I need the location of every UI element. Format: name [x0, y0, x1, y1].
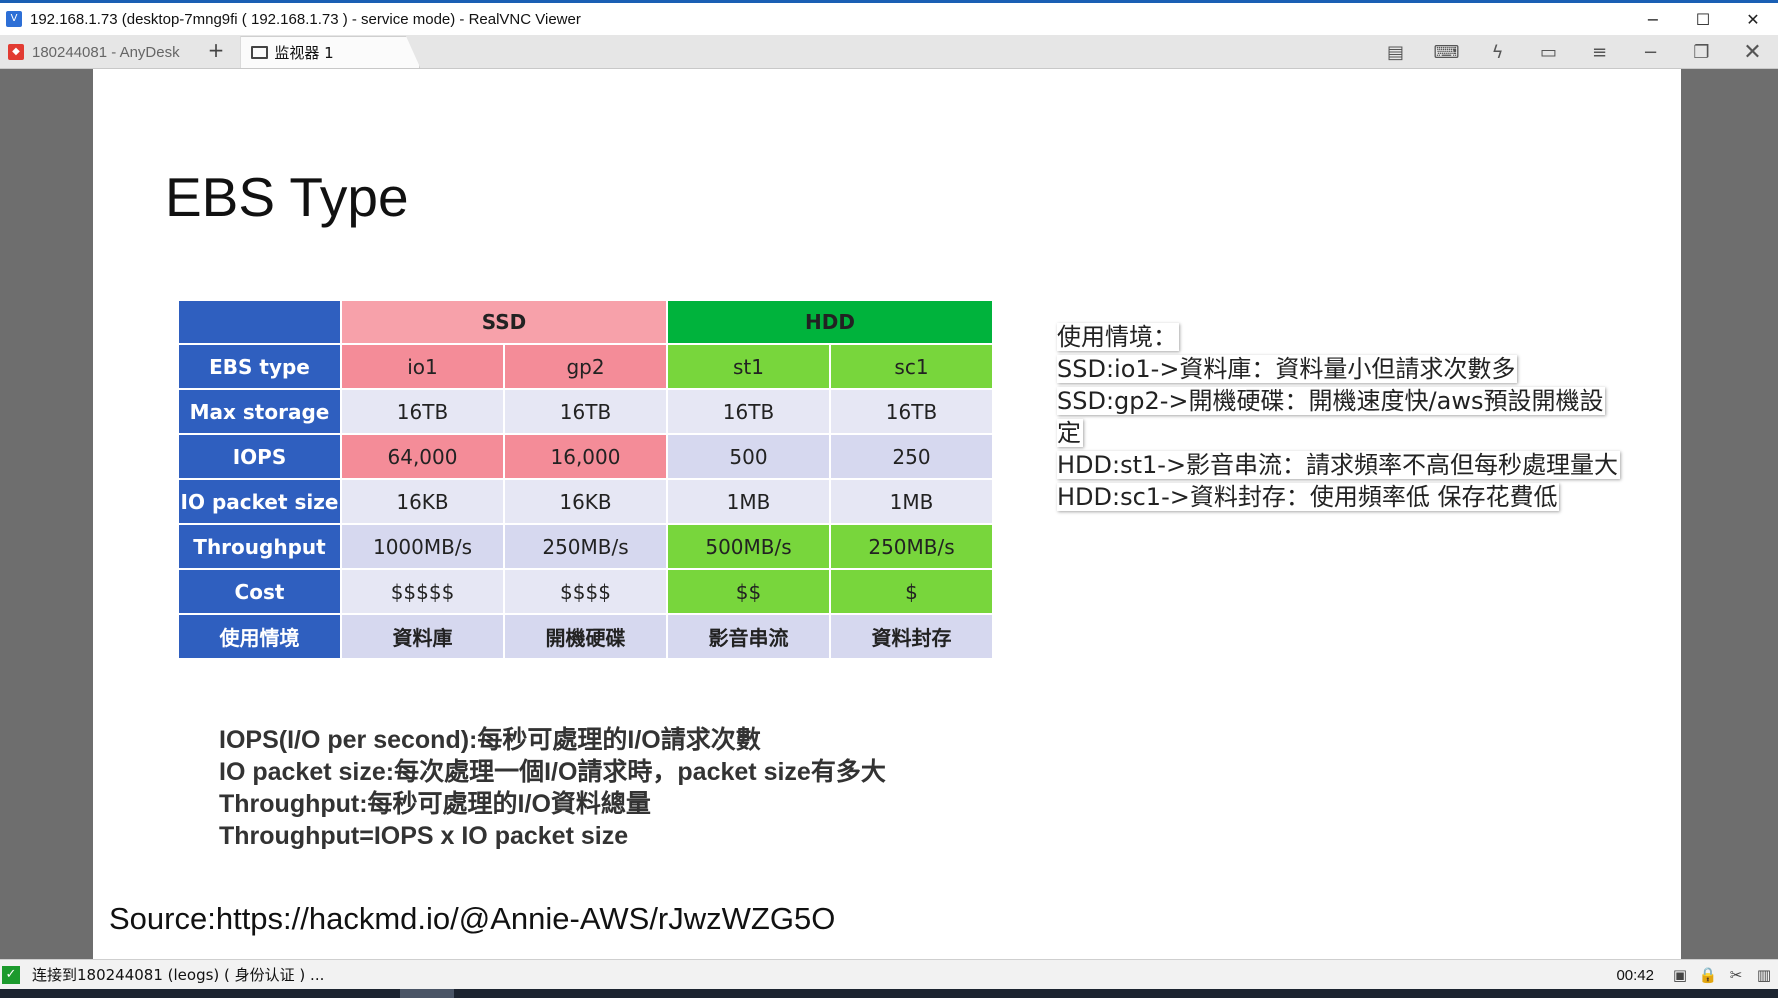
tab-monitor-1[interactable]: 监视器 1 — [240, 36, 421, 68]
table-cell: 16TB — [503, 388, 668, 435]
vnc-title-bar: V 192.168.1.73 (desktop-7mng9fi ( 192.16… — [0, 0, 1778, 35]
row-header: Cost — [177, 568, 342, 615]
close-window-button[interactable]: ✕ — [1728, 3, 1778, 35]
chat-icon[interactable]: ▤ — [1370, 35, 1421, 69]
monitor-icon — [251, 46, 269, 59]
table-cell: st1 — [666, 343, 831, 390]
usage-line: SSD:io1->資料庫：資料量小但請求次數多 — [1057, 355, 1518, 383]
ebs-type-table: SSD HDD EBS type io1 gp2 st1 sc1 Max sto… — [177, 299, 994, 660]
table-cell: 250MB/s — [829, 523, 994, 570]
display-icon[interactable]: ▭ — [1523, 35, 1574, 69]
definition-line: Throughput:每秒可處理的I/O資料總量 — [219, 790, 651, 818]
tab-monitor-label: 监视器 1 — [274, 44, 334, 62]
table-cell: 16TB — [340, 388, 505, 435]
session-timer: 00:42 — [1616, 966, 1654, 984]
anydesk-minimize-button[interactable]: − — [1625, 35, 1676, 69]
remote-screen[interactable]: EBS Type SSD HDD EBS type io1 gp2 st1 sc… — [0, 69, 1778, 959]
table-row: IOPS 64,000 16,000 500 250 — [177, 433, 994, 480]
maximize-button[interactable]: ☐ — [1678, 3, 1728, 35]
disconnect-icon[interactable]: ✂ — [1722, 960, 1750, 990]
table-cell: 16KB — [340, 478, 505, 525]
anydesk-status-bar: ✓ 连接到180244081 (leogs) ( 身份认证 ) ... 00:4… — [0, 959, 1778, 989]
menu-icon[interactable]: ≡ — [1574, 35, 1625, 69]
table-cell: 16,000 — [503, 433, 668, 480]
realvnc-logo-icon: V — [6, 11, 22, 27]
row-header: Max storage — [177, 388, 342, 435]
definition-line: IOPS(I/O per second):每秒可處理的I/O請求次數 — [219, 726, 761, 754]
source-link-text: Source:https://hackmd.io/@Annie-AWS/rJwz… — [109, 901, 836, 936]
table-row: EBS type io1 gp2 st1 sc1 — [177, 343, 994, 390]
connection-status-text: 连接到180244081 (leogs) ( 身份认证 ) ... — [32, 966, 325, 984]
table-cell: 250MB/s — [503, 523, 668, 570]
table-cell: 500MB/s — [666, 523, 831, 570]
row-header: EBS type — [177, 343, 342, 390]
definition-line: IO packet size:每次處理一個I/O請求時，packet size有… — [219, 758, 886, 786]
table-cell: 250 — [829, 433, 994, 480]
slide-title: EBS Type — [165, 166, 409, 228]
anydesk-tab-bar: ◆ 180244081 - AnyDesk + 监视器 1 ▤ ⌨ ϟ ▭ ≡ … — [0, 35, 1778, 69]
anydesk-toolbar: ▤ ⌨ ϟ ▭ ≡ − ❐ ✕ — [1370, 35, 1778, 69]
usage-line: HDD:sc1->資料封存：使用頻率低 保存花費低 — [1057, 483, 1560, 511]
screen-share-icon[interactable]: ▣ — [1666, 960, 1694, 990]
table-cell: $$ — [666, 568, 831, 615]
table-cell: io1 — [340, 343, 505, 390]
table-cell: 16KB — [503, 478, 668, 525]
usage-scenarios-note: 使用情境： SSD:io1->資料庫：資料量小但請求次數多 SSD:gp2->開… — [1057, 321, 1621, 513]
usage-line: 使用情境： — [1057, 323, 1179, 351]
taskbar-highlight — [400, 989, 454, 998]
table-cell: 16TB — [829, 388, 994, 435]
table-cell: 1MB — [829, 478, 994, 525]
window-title: 192.168.1.73 (desktop-7mng9fi ( 192.168.… — [30, 10, 581, 28]
table-cell: 影音串流 — [666, 613, 831, 660]
table-cell: 64,000 — [340, 433, 505, 480]
definitions-block: IOPS(I/O per second):每秒可處理的I/O請求次數 IO pa… — [219, 724, 886, 852]
table-cell: 1000MB/s — [340, 523, 505, 570]
table-cell: 500 — [666, 433, 831, 480]
row-header: Throughput — [177, 523, 342, 570]
clipboard-icon[interactable]: ▥ — [1750, 960, 1778, 990]
connected-check-icon: ✓ — [2, 965, 20, 984]
table-cell: sc1 — [829, 343, 994, 390]
table-row: Max storage 16TB 16TB 16TB 16TB — [177, 388, 994, 435]
usage-line: HDD:st1->影音串流：請求頻率不高但每秒處理量大 — [1057, 451, 1621, 479]
keyboard-icon[interactable]: ⌨ — [1421, 35, 1472, 69]
row-header: IO packet size — [177, 478, 342, 525]
add-tab-button[interactable]: + — [208, 38, 225, 62]
definition-line: Throughput=IOPS x IO packet size — [219, 822, 629, 850]
table-row: IO packet size 16KB 16KB 1MB 1MB — [177, 478, 994, 525]
actions-lightning-icon[interactable]: ϟ — [1472, 35, 1523, 69]
table-cell: $$$$ — [503, 568, 668, 615]
usage-line: SSD:gp2->開機硬碟：開機速度快/aws預設開機設 — [1057, 387, 1606, 415]
table-cell: 開機硬碟 — [503, 613, 668, 660]
table-corner-cell — [177, 299, 342, 345]
hdd-group-header: HDD — [666, 299, 994, 345]
table-cell: $ — [829, 568, 994, 615]
table-row: Cost $$$$$ $$$$ $$ $ — [177, 568, 994, 615]
host-taskbar-strip — [0, 989, 1778, 998]
anydesk-session-label: 180244081 - AnyDesk — [32, 43, 180, 61]
table-cell: 資料封存 — [829, 613, 994, 660]
window-controls: − ☐ ✕ — [1628, 3, 1778, 35]
table-cell: gp2 — [503, 343, 668, 390]
ssd-group-header: SSD — [340, 299, 668, 345]
table-cell: 資料庫 — [340, 613, 505, 660]
anydesk-close-button[interactable]: ✕ — [1727, 35, 1778, 69]
row-header: IOPS — [177, 433, 342, 480]
status-indicators: 00:42 ▣ 🔒 ✂ ▥ — [1616, 960, 1778, 990]
table-row: 使用情境 資料庫 開機硬碟 影音串流 資料封存 — [177, 613, 994, 660]
table-cell: 1MB — [666, 478, 831, 525]
usage-line: 定 — [1057, 419, 1083, 447]
minimize-button[interactable]: − — [1628, 3, 1678, 35]
table-cell: $$$$$ — [340, 568, 505, 615]
anydesk-restore-button[interactable]: ❐ — [1676, 35, 1727, 69]
anydesk-logo-icon: ◆ — [8, 44, 24, 60]
table-row: Throughput 1000MB/s 250MB/s 500MB/s 250M… — [177, 523, 994, 570]
anydesk-session-tab[interactable]: ◆ 180244081 - AnyDesk — [0, 36, 188, 68]
row-header: 使用情境 — [177, 613, 342, 660]
presentation-slide: EBS Type SSD HDD EBS type io1 gp2 st1 sc… — [93, 69, 1681, 959]
table-cell: 16TB — [666, 388, 831, 435]
lock-icon[interactable]: 🔒 — [1694, 960, 1722, 990]
